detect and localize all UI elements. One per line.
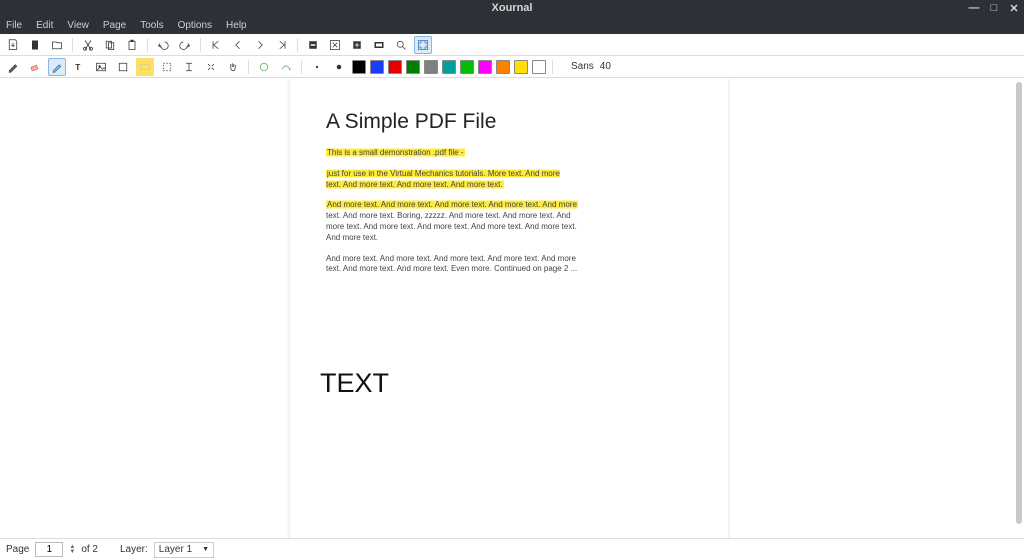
font-size: 40 — [600, 61, 611, 72]
font-indicator[interactable]: Sans 40 — [571, 61, 611, 72]
close-button[interactable]: ✕ — [1008, 2, 1020, 15]
zoom-fit-button[interactable] — [326, 36, 344, 54]
window-title: Xournal — [492, 2, 533, 14]
canvas[interactable]: A Simple PDF File This is a small demons… — [0, 78, 1024, 538]
maximize-button[interactable]: □ — [988, 2, 1000, 15]
color-white[interactable] — [532, 60, 546, 74]
color-blue[interactable] — [370, 60, 384, 74]
page-number-input[interactable] — [35, 542, 63, 557]
open-button[interactable] — [48, 36, 66, 54]
hand-tool[interactable] — [224, 58, 242, 76]
para-1: This is a small demonstration .pdf file … — [326, 148, 692, 159]
shapes-tool[interactable] — [114, 58, 132, 76]
toolbar-tools: T Sans 40 — [0, 56, 1024, 78]
window-controls: — □ ✕ — [968, 2, 1020, 15]
menu-options[interactable]: Options — [178, 20, 212, 31]
para-3: And more text. And more text. And more t… — [326, 200, 586, 243]
select-rect-tool[interactable] — [158, 58, 176, 76]
highlighter-tool[interactable] — [48, 58, 66, 76]
color-teal[interactable] — [442, 60, 456, 74]
select-region-tool[interactable] — [136, 58, 154, 76]
zoom-out-button[interactable] — [304, 36, 322, 54]
new-button[interactable] — [26, 36, 44, 54]
para-4: And more text. And more text. And more t… — [326, 254, 586, 276]
toolbar-file — [0, 34, 1024, 56]
doc-title: A Simple PDF File — [326, 110, 692, 134]
color-gray[interactable] — [424, 60, 438, 74]
font-name: Sans — [571, 61, 594, 72]
eraser-tool[interactable] — [26, 58, 44, 76]
lasso-tool[interactable] — [202, 58, 220, 76]
zoom-search-button[interactable] — [392, 36, 410, 54]
page-1: A Simple PDF File This is a small demons… — [290, 78, 728, 538]
zoom-width-button[interactable] — [370, 36, 388, 54]
vertical-space-tool[interactable] — [180, 58, 198, 76]
vertical-scrollbar[interactable] — [1016, 82, 1022, 524]
statusbar: Page ▲▼ of 2 Layer: Layer 1 ▼ — [0, 538, 1024, 560]
menu-edit[interactable]: Edit — [36, 20, 53, 31]
color-black[interactable] — [352, 60, 366, 74]
thickness-dot[interactable] — [308, 58, 326, 76]
image-tool[interactable] — [92, 58, 110, 76]
last-page-button[interactable] — [273, 36, 291, 54]
menu-file[interactable]: File — [6, 20, 22, 31]
color-darkgreen[interactable] — [406, 60, 420, 74]
menu-page[interactable]: Page — [103, 20, 126, 31]
paste-button[interactable] — [123, 36, 141, 54]
page-spinner[interactable]: ▲▼ — [69, 545, 75, 555]
first-page-button[interactable] — [207, 36, 225, 54]
svg-text:T: T — [75, 63, 80, 72]
save-button[interactable] — [4, 36, 22, 54]
page-label: Page — [6, 544, 29, 555]
text-tool[interactable]: T — [70, 58, 88, 76]
cut-button[interactable] — [79, 36, 97, 54]
zoom-in-button[interactable] — [348, 36, 366, 54]
menubar: File Edit View Page Tools Options Help — [0, 16, 1024, 34]
chevron-down-icon: ▼ — [202, 546, 209, 553]
titlebar: Xournal — □ ✕ — [0, 0, 1024, 16]
fullscreen-button[interactable] — [414, 36, 432, 54]
redo-button[interactable] — [176, 36, 194, 54]
text-annotation[interactable]: TEXT — [320, 368, 389, 399]
ruler-button[interactable] — [277, 58, 295, 76]
pen-tool[interactable] — [4, 58, 22, 76]
menu-view[interactable]: View — [67, 20, 89, 31]
thickness-medium[interactable] — [330, 58, 348, 76]
color-orange[interactable] — [496, 60, 510, 74]
shape-recognizer-button[interactable] — [255, 58, 273, 76]
layer-select[interactable]: Layer 1 ▼ — [154, 542, 214, 558]
layer-label: Layer: — [120, 544, 148, 555]
color-magenta[interactable] — [478, 60, 492, 74]
minimize-button[interactable]: — — [968, 2, 980, 15]
page-total: of 2 — [81, 544, 98, 555]
undo-button[interactable] — [154, 36, 172, 54]
copy-button[interactable] — [101, 36, 119, 54]
next-page-button[interactable] — [251, 36, 269, 54]
menu-help[interactable]: Help — [226, 20, 247, 31]
color-green[interactable] — [460, 60, 474, 74]
para-2: just for use in the Virtual Mechanics tu… — [326, 169, 566, 191]
color-yellow[interactable] — [514, 60, 528, 74]
menu-tools[interactable]: Tools — [140, 20, 163, 31]
prev-page-button[interactable] — [229, 36, 247, 54]
color-red[interactable] — [388, 60, 402, 74]
